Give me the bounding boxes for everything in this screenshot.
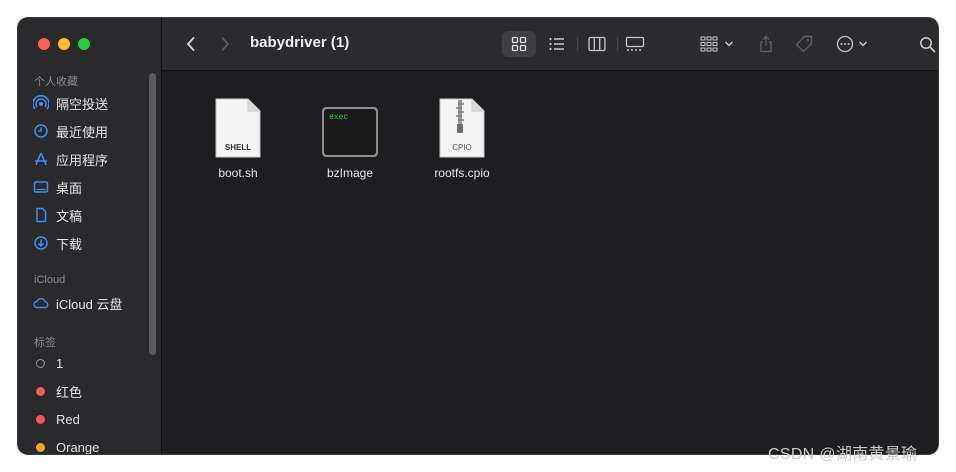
grid-icon bbox=[511, 36, 527, 52]
list-view-button[interactable] bbox=[542, 31, 572, 57]
sidebar-tag-red[interactable]: Red bbox=[32, 408, 152, 430]
file-item[interactable]: SHELL boot.sh bbox=[188, 96, 288, 180]
zoom-window-button[interactable] bbox=[78, 38, 90, 50]
close-window-button[interactable] bbox=[38, 38, 50, 50]
watermark: CSDN @湖南黄景瑜 bbox=[768, 446, 918, 463]
red-tag-icon bbox=[36, 386, 45, 396]
favorites-header: 个人收藏 bbox=[34, 76, 78, 88]
airdrop-icon bbox=[32, 94, 50, 112]
document-icon bbox=[32, 206, 50, 224]
sidebar-item-label: 最近使用 bbox=[56, 124, 109, 140]
tags-header: 标签 bbox=[34, 337, 56, 349]
sidebar-item-label: 红色 bbox=[56, 384, 83, 400]
file-item[interactable]: exec bzImage bbox=[300, 96, 400, 180]
svg-text:SHELL: SHELL bbox=[225, 143, 251, 152]
back-button[interactable] bbox=[180, 31, 202, 57]
group-by-button[interactable] bbox=[697, 31, 737, 57]
svg-text:CPIO: CPIO bbox=[452, 143, 472, 152]
cloud-icon bbox=[32, 294, 50, 312]
finder-window: 个人收藏 隔空投送 最近使用 应用程序 桌面 文稿 下载 iCloud iClo… bbox=[18, 18, 938, 454]
icloud-header: iCloud bbox=[34, 274, 66, 286]
chevron-down-icon bbox=[858, 41, 868, 47]
gallery-view-button[interactable] bbox=[620, 31, 650, 57]
minimize-window-button[interactable] bbox=[58, 38, 70, 50]
toolbar: babydriver (1) bbox=[162, 18, 938, 71]
red-tag-icon bbox=[36, 414, 45, 424]
sidebar-item-desktop[interactable]: 桌面 bbox=[32, 176, 152, 198]
more-actions-button[interactable] bbox=[832, 31, 872, 57]
window-title: babydriver (1) bbox=[250, 34, 350, 51]
svg-text:exec: exec bbox=[329, 113, 348, 122]
column-view-button[interactable] bbox=[582, 31, 612, 57]
file-browser: SHELL boot.sh exec bzImage CPIO rootfs.c… bbox=[162, 71, 938, 454]
file-item[interactable]: CPIO rootfs.cpio bbox=[412, 96, 512, 180]
share-button[interactable] bbox=[754, 31, 778, 57]
empty-tag-icon bbox=[36, 358, 45, 368]
desktop-icon bbox=[32, 178, 50, 196]
sidebar-item-icloud-drive[interactable]: iCloud 云盘 bbox=[32, 292, 152, 314]
sidebar-item-recents[interactable]: 最近使用 bbox=[32, 120, 152, 142]
clock-icon bbox=[32, 122, 50, 140]
sidebar: 个人收藏 隔空投送 最近使用 应用程序 桌面 文稿 下载 iCloud iClo… bbox=[18, 18, 162, 454]
shell-script-icon: SHELL bbox=[188, 96, 288, 158]
archive-icon: CPIO bbox=[412, 96, 512, 158]
chevron-right-icon bbox=[221, 37, 230, 51]
forward-button[interactable] bbox=[214, 31, 236, 57]
share-icon bbox=[760, 35, 772, 53]
sidebar-item-applications[interactable]: 应用程序 bbox=[32, 148, 152, 170]
chevron-down-icon bbox=[724, 41, 734, 47]
ellipsis-circle-icon bbox=[836, 35, 854, 53]
sidebar-scrollbar[interactable] bbox=[149, 73, 156, 355]
sidebar-tag-orange[interactable]: Orange bbox=[32, 436, 152, 454]
applications-icon bbox=[32, 150, 50, 168]
list-icon bbox=[549, 37, 564, 51]
download-icon bbox=[32, 234, 50, 252]
file-name: bzImage bbox=[326, 166, 374, 180]
sidebar-item-label: Red bbox=[56, 411, 80, 427]
group-icon bbox=[700, 36, 718, 52]
sidebar-tag-1[interactable]: 1 bbox=[32, 352, 152, 374]
icon-view-button[interactable] bbox=[502, 31, 536, 57]
file-name: boot.sh bbox=[218, 166, 258, 180]
search-icon bbox=[919, 36, 935, 52]
sidebar-item-label: 1 bbox=[56, 355, 64, 371]
tag-icon bbox=[795, 35, 813, 53]
sidebar-item-label: Orange bbox=[56, 439, 100, 455]
search-button[interactable] bbox=[914, 31, 938, 57]
sidebar-item-label: 隔空投送 bbox=[56, 96, 109, 112]
gallery-icon bbox=[625, 36, 645, 51]
chevron-left-icon bbox=[186, 37, 195, 51]
sidebar-item-label: 下载 bbox=[56, 236, 83, 252]
sidebar-item-label: 应用程序 bbox=[56, 152, 109, 168]
sidebar-tag-red-cn[interactable]: 红色 bbox=[32, 380, 152, 402]
tag-button[interactable] bbox=[792, 31, 816, 57]
sidebar-item-documents[interactable]: 文稿 bbox=[32, 204, 152, 226]
sidebar-item-airdrop[interactable]: 隔空投送 bbox=[32, 92, 152, 114]
sidebar-item-label: 桌面 bbox=[56, 180, 83, 196]
sidebar-item-label: 文稿 bbox=[56, 208, 83, 224]
orange-tag-icon bbox=[36, 442, 45, 452]
file-name: rootfs.cpio bbox=[434, 166, 490, 180]
sidebar-item-downloads[interactable]: 下载 bbox=[32, 232, 152, 254]
sidebar-item-label: iCloud 云盘 bbox=[56, 296, 123, 312]
columns-icon bbox=[588, 36, 606, 52]
executable-icon: exec bbox=[300, 96, 400, 158]
